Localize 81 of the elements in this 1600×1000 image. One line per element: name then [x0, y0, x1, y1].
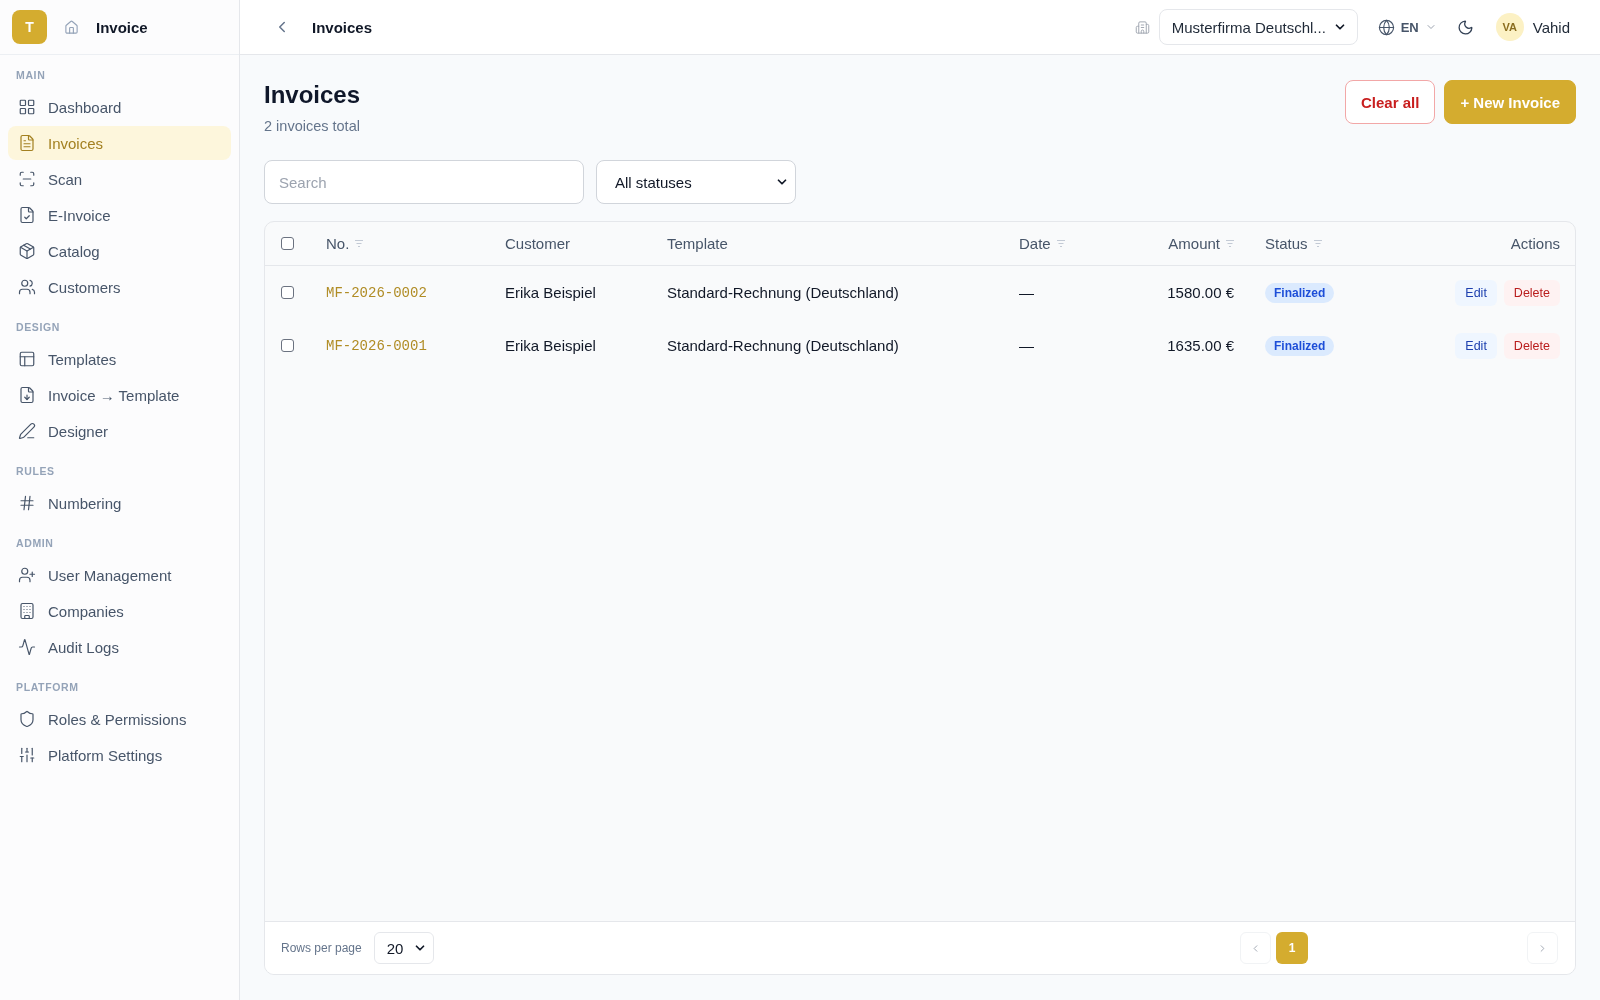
nav-section-label: MAIN: [15, 68, 47, 83]
clear-all-button[interactable]: Clear all: [1345, 80, 1436, 124]
document-download-icon: [18, 386, 36, 404]
nav-item[interactable]: Dashboard: [8, 90, 231, 124]
column-header[interactable]: Status: [1265, 235, 1322, 252]
nav-section-label: ADMIN: [15, 536, 55, 551]
user-name: Vahid: [1532, 18, 1570, 36]
nav-item[interactable]: Scan: [8, 162, 231, 196]
nav-item[interactable]: Catalog: [8, 234, 231, 268]
people-icon: [18, 278, 36, 296]
date-cell: —: [1019, 284, 1034, 301]
sort-icon: [1226, 240, 1234, 247]
nav-item[interactable]: Customers: [8, 270, 231, 304]
checkbox[interactable]: [281, 286, 294, 299]
edit-button[interactable]: Edit: [1455, 279, 1497, 306]
company-select[interactable]: Musterfirma Deutschl...: [1158, 9, 1358, 45]
date-cell: —: [1019, 337, 1034, 354]
rows-per-page-label: Rows per page: [281, 941, 362, 955]
pen-icon: [18, 422, 36, 440]
grid-icon: [18, 98, 36, 116]
nav-item[interactable]: Invoice → Template: [8, 378, 231, 412]
column-header[interactable]: Date: [1019, 235, 1065, 252]
user-plus-icon: [18, 566, 36, 584]
app-title: Invoice: [96, 18, 148, 36]
customer-cell: Erika Beispiel: [505, 337, 596, 354]
delete-button[interactable]: Delete: [1503, 332, 1560, 359]
nav-item[interactable]: Designer: [8, 414, 231, 448]
page-title: Invoices: [264, 80, 361, 110]
nav-item[interactable]: Templates: [8, 342, 231, 376]
search-field[interactable]: Search: [264, 160, 584, 204]
rows-per-page-select[interactable]: 20: [373, 932, 434, 964]
delete-button[interactable]: Delete: [1503, 279, 1560, 306]
column-header: Template: [667, 235, 728, 252]
sort-icon: [1056, 240, 1065, 247]
document-check-icon: [18, 206, 36, 224]
template-cell: Standard-Rechnung (Deutschland): [667, 337, 899, 354]
amount-cell: 1580.00 €: [1167, 284, 1234, 301]
edit-button[interactable]: Edit: [1455, 332, 1497, 359]
status-badge: Finalized: [1265, 335, 1335, 356]
nav-section-label: DESIGN: [15, 320, 62, 335]
checkbox[interactable]: [281, 339, 294, 352]
building-icon: [18, 602, 36, 620]
status-badge: Finalized: [1265, 282, 1335, 303]
topbar-title: Invoices: [312, 18, 373, 36]
avatar[interactable]: VA: [1495, 13, 1524, 41]
column-header[interactable]: Amount: [1168, 235, 1234, 252]
document-icon: [18, 134, 36, 152]
nav-item[interactable]: Platform Settings: [8, 738, 231, 772]
nav-item[interactable]: User Management: [8, 558, 231, 592]
template-cell: Standard-Rechnung (Deutschland): [667, 284, 899, 301]
nav-item[interactable]: E-Invoice: [8, 198, 231, 232]
column-header: Actions: [1510, 235, 1560, 252]
sliders-icon: [18, 746, 36, 764]
column-header[interactable]: No.: [326, 235, 364, 252]
moon-icon: [1457, 18, 1475, 36]
nav-section-label: RULES: [15, 464, 56, 479]
sort-icon: [355, 240, 364, 247]
pulse-icon: [18, 638, 36, 656]
language-button[interactable]: EN: [1371, 14, 1443, 40]
scan-icon: [18, 170, 36, 188]
nav-item[interactable]: Roles & Permissions: [8, 702, 231, 736]
nav-item[interactable]: Audit Logs: [8, 630, 231, 664]
layout-icon: [18, 350, 36, 368]
status-select[interactable]: All statuses: [596, 160, 796, 204]
column-header: Customer: [505, 235, 571, 252]
sort-icon: [1313, 240, 1322, 247]
building-icon: [1134, 19, 1150, 35]
nav-item[interactable]: Numbering: [8, 486, 231, 520]
logo: T: [12, 10, 47, 44]
nav-item[interactable]: Invoices: [8, 126, 231, 160]
customer-cell: Erika Beispiel: [505, 284, 596, 301]
hash-icon: [18, 494, 36, 512]
nav-item[interactable]: Companies: [8, 594, 231, 628]
amount-cell: 1635.00 €: [1167, 337, 1234, 354]
shield-icon: [18, 710, 36, 728]
checkbox[interactable]: [281, 237, 294, 250]
globe-icon: [1377, 18, 1395, 36]
invoice-count: 2 invoices total: [264, 117, 361, 136]
cube-icon: [18, 242, 36, 260]
nav-section-label: PLATFORM: [15, 680, 80, 695]
home-icon[interactable]: [64, 19, 79, 35]
